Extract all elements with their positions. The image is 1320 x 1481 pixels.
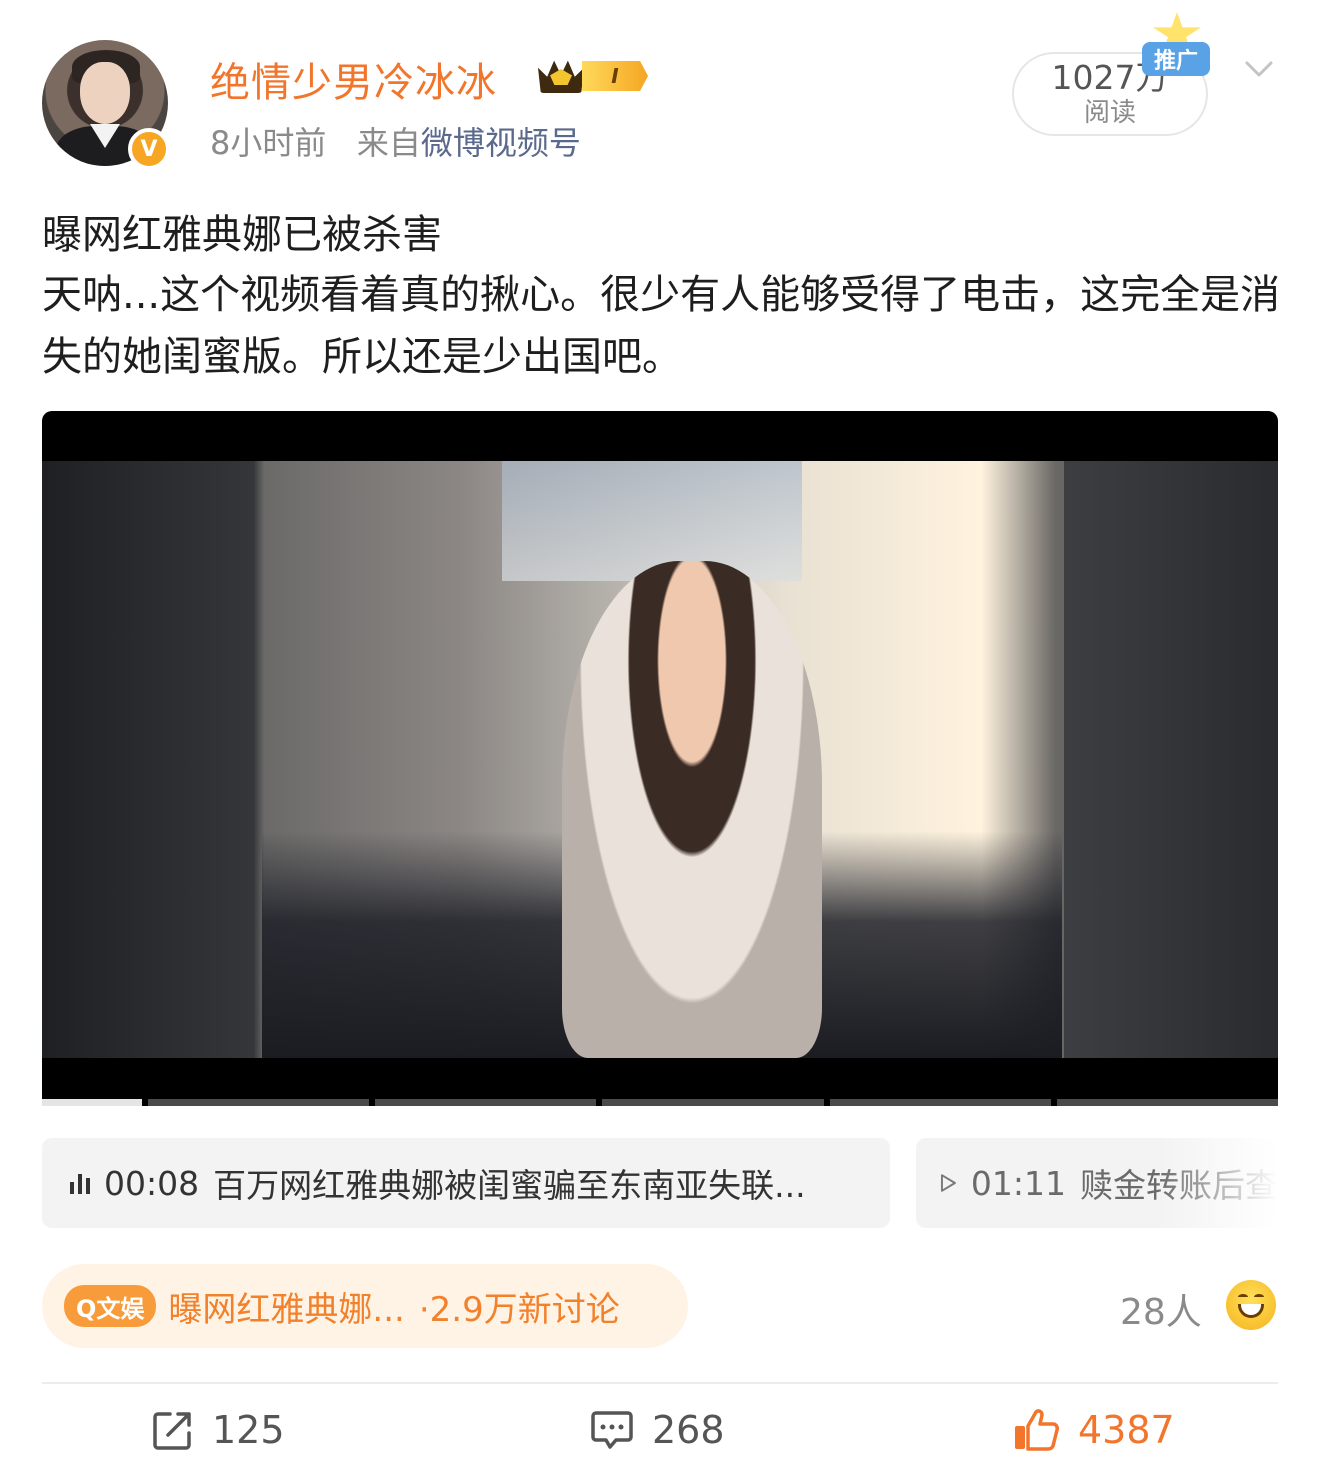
like-icon <box>1015 1409 1059 1451</box>
progress-segment <box>375 1099 597 1106</box>
topic-text: 曝网红雅典娜... <box>168 1289 405 1330</box>
emoji-eye <box>1254 1294 1264 1300</box>
like-button[interactable]: 4387 <box>1012 1408 1175 1452</box>
progress-segment <box>42 1099 142 1106</box>
promo-label: 推广 <box>1142 42 1210 76</box>
read-label: 阅读 <box>1083 98 1136 128</box>
video-left-wall <box>42 461 254 1058</box>
emoji-eye <box>1238 1294 1248 1300</box>
comment-button[interactable]: 268 <box>590 1408 725 1452</box>
video-sky <box>502 461 802 581</box>
post-meta: 8小时前 来自微博视频号 <box>210 118 581 164</box>
chip-text: 赎金转账后查 <box>1080 1166 1278 1205</box>
share-count: 125 <box>212 1408 285 1452</box>
post-time: 8小时前 <box>210 124 327 162</box>
source-link[interactable]: 微博视频号 <box>421 124 581 162</box>
verified-icon: V <box>128 128 170 170</box>
progress-segment <box>602 1099 824 1106</box>
post-body: 天呐...这个视频看着真的揪心。很少有人能够受得了电击，这完全是消失的她闺蜜版。… <box>42 272 1281 380</box>
video-chapter-chip[interactable]: 01:11 赎金转账后查 <box>916 1138 1278 1228</box>
chip-time: 00:08 <box>104 1163 200 1203</box>
video-subject <box>562 561 822 1058</box>
topic-tag: Q文娱 <box>64 1285 157 1327</box>
chip-text: 百万网红雅典娜被闺蜜骗至东南亚失联... <box>213 1166 806 1205</box>
username[interactable]: 绝情少男冷冰冰 <box>210 50 497 108</box>
source-prefix: 来自 <box>356 124 421 162</box>
topic-pill[interactable]: Q文娱 曝网红雅典娜... ·2.9万新讨论 <box>42 1264 688 1348</box>
video-pillar <box>1064 461 1278 1058</box>
video-chapter-chip[interactable]: 00:08 百万网红雅典娜被闺蜜骗至东南亚失联... <box>42 1138 890 1228</box>
play-icon <box>940 1174 956 1192</box>
progress-segment <box>829 1099 1051 1106</box>
progress-segment <box>148 1099 370 1106</box>
emoji-icon[interactable] <box>1226 1280 1276 1330</box>
chip-time: 01:11 <box>970 1163 1066 1203</box>
video-progress[interactable] <box>42 1099 1278 1106</box>
comment-count: 268 <box>652 1408 725 1452</box>
rank-level: I <box>582 61 648 91</box>
share-button[interactable]: 125 <box>152 1408 285 1452</box>
rank-badge-icon[interactable]: I <box>538 55 650 95</box>
promo-icon: 推广 <box>1142 12 1212 76</box>
post-title: 曝网红雅典娜已被杀害 <box>42 212 442 258</box>
divider <box>42 1382 1278 1384</box>
share-icon <box>153 1412 191 1450</box>
emoji-mouth <box>1238 1304 1264 1318</box>
video-player[interactable] <box>42 411 1278 1106</box>
topic-count: ·2.9万新讨论 <box>418 1289 620 1330</box>
audio-bars-icon <box>70 1172 90 1194</box>
comment-icon <box>591 1411 633 1449</box>
avatar-face <box>80 62 130 124</box>
like-count: 4387 <box>1078 1408 1175 1452</box>
progress-segment <box>1056 1099 1278 1106</box>
chevron-down-icon[interactable] <box>1244 54 1274 84</box>
people-count: 28人 <box>1120 1292 1202 1333</box>
